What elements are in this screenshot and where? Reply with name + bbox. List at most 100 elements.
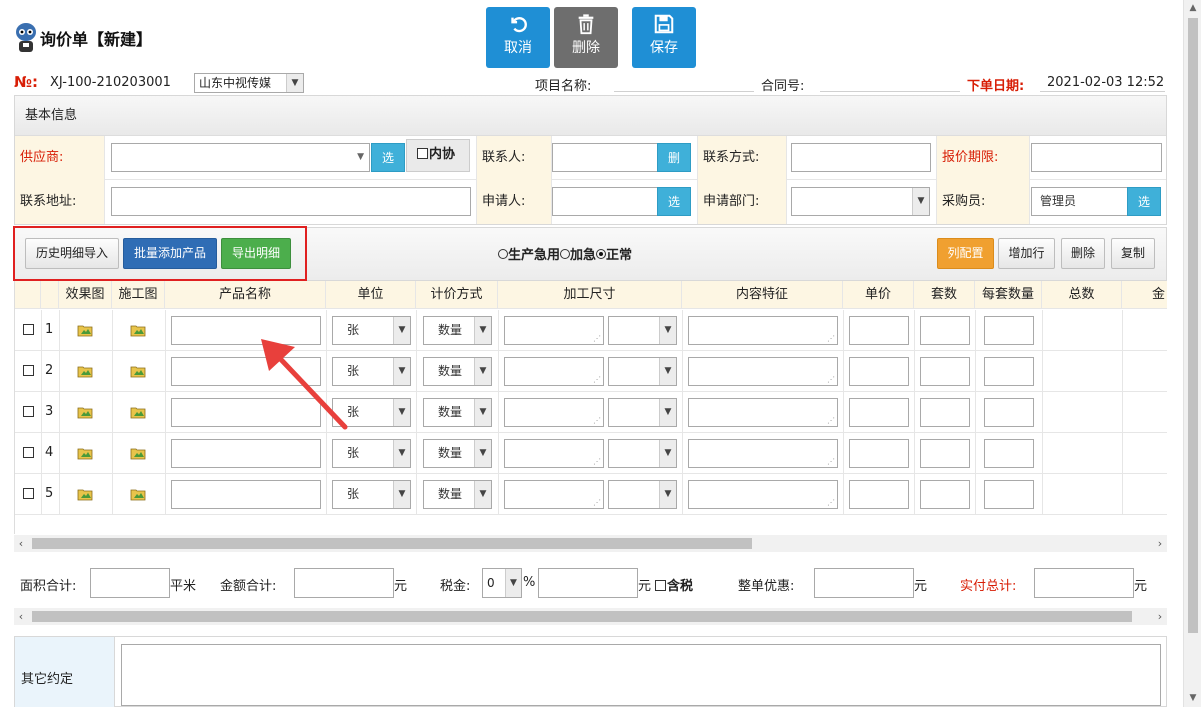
table-scroll-thumb[interactable] — [32, 538, 752, 549]
effect-image-folder-icon[interactable] — [77, 405, 93, 419]
save-button[interactable]: 保存 — [632, 7, 696, 68]
qty-per-set-input[interactable] — [984, 439, 1034, 468]
unit-select[interactable]: 张 ▼ — [332, 439, 411, 468]
pricing-select[interactable]: 数量 ▼ — [423, 316, 492, 345]
sets-input[interactable] — [920, 398, 970, 427]
contact-input[interactable] — [552, 143, 658, 172]
unit-price-input[interactable] — [849, 439, 909, 468]
row-checkbox[interactable] — [23, 447, 34, 458]
vertical-scrollbar[interactable]: ▲ ▼ — [1183, 0, 1201, 707]
copy-row-button[interactable]: 复制 — [1111, 238, 1155, 269]
scroll-right-icon[interactable]: › — [1153, 608, 1167, 625]
qty-per-set-input[interactable] — [984, 480, 1034, 509]
tax-rate-select[interactable]: 0 ▼ — [482, 568, 522, 598]
radio-urgent-prod[interactable] — [498, 249, 508, 259]
pricing-select[interactable]: 数量 ▼ — [423, 439, 492, 468]
address-input[interactable] — [111, 187, 471, 216]
effect-image-folder-icon[interactable] — [77, 323, 93, 337]
product-name-input[interactable] — [171, 439, 321, 468]
buyer-input[interactable]: 管理员 — [1031, 187, 1128, 216]
unit-price-input[interactable] — [849, 398, 909, 427]
row-checkbox[interactable] — [23, 324, 34, 335]
tax-included-box[interactable] — [655, 580, 666, 591]
size-unit-select[interactable]: ▼ — [608, 316, 677, 345]
product-name-input[interactable] — [171, 480, 321, 509]
contact-delete-button[interactable]: 删 — [657, 143, 691, 172]
sets-input[interactable] — [920, 480, 970, 509]
pricing-select[interactable]: 数量 ▼ — [423, 480, 492, 509]
size-textarea[interactable]: ⋰ — [504, 316, 604, 345]
actual-total-input[interactable] — [1034, 568, 1134, 598]
delete-row-button[interactable]: 删除 — [1061, 238, 1105, 269]
company-select[interactable]: 山东中视传媒 ▼ — [194, 73, 304, 93]
scroll-left-icon[interactable]: ‹ — [14, 535, 28, 552]
table-horizontal-scrollbar[interactable]: ‹ › — [14, 535, 1167, 552]
effect-image-folder-icon[interactable] — [77, 487, 93, 501]
discount-input[interactable] — [814, 568, 914, 598]
quote-deadline-input[interactable] — [1031, 143, 1162, 172]
size-unit-select[interactable]: ▼ — [608, 480, 677, 509]
qty-per-set-input[interactable] — [984, 316, 1034, 345]
add-row-button[interactable]: 增加行 — [998, 238, 1055, 269]
dept-select[interactable]: ▼ — [791, 187, 930, 216]
contract-no-input[interactable] — [820, 91, 960, 92]
amount-total-input[interactable] — [294, 568, 394, 598]
size-unit-select[interactable]: ▼ — [608, 357, 677, 386]
contact-way-input[interactable] — [791, 143, 931, 172]
effect-image-folder-icon[interactable] — [77, 364, 93, 378]
internal-checkbox-box[interactable] — [417, 148, 428, 159]
supplier-pick-button[interactable]: 选 — [371, 143, 405, 172]
pricing-select[interactable]: 数量 ▼ — [423, 357, 492, 386]
scroll-down-icon[interactable]: ▼ — [1184, 690, 1201, 706]
features-textarea[interactable]: ⋰ — [688, 316, 838, 345]
scroll-left-icon[interactable]: ‹ — [14, 608, 28, 625]
sets-input[interactable] — [920, 439, 970, 468]
pricing-select[interactable]: 数量 ▼ — [423, 398, 492, 427]
construction-drawing-folder-icon[interactable] — [130, 487, 146, 501]
features-textarea[interactable]: ⋰ — [688, 398, 838, 427]
construction-drawing-folder-icon[interactable] — [130, 446, 146, 460]
project-name-input[interactable] — [614, 91, 754, 92]
effect-image-folder-icon[interactable] — [77, 446, 93, 460]
unit-price-input[interactable] — [849, 480, 909, 509]
size-textarea[interactable]: ⋰ — [504, 357, 604, 386]
scroll-up-icon[interactable]: ▲ — [1184, 0, 1201, 16]
unit-price-input[interactable] — [849, 316, 909, 345]
radio-normal[interactable] — [596, 249, 607, 259]
features-textarea[interactable]: ⋰ — [688, 480, 838, 509]
scroll-right-icon[interactable]: › — [1153, 535, 1167, 552]
tax-included-checkbox[interactable]: 含税 — [655, 575, 693, 594]
internal-checkbox[interactable]: 内协 — [406, 139, 470, 172]
features-textarea[interactable]: ⋰ — [688, 439, 838, 468]
unit-select[interactable]: 张 ▼ — [332, 480, 411, 509]
size-unit-select[interactable]: ▼ — [608, 398, 677, 427]
construction-drawing-folder-icon[interactable] — [130, 323, 146, 337]
size-unit-select[interactable]: ▼ — [608, 439, 677, 468]
size-textarea[interactable]: ⋰ — [504, 439, 604, 468]
supplier-combobox[interactable]: ▼ — [111, 143, 370, 172]
construction-drawing-folder-icon[interactable] — [130, 364, 146, 378]
row-checkbox[interactable] — [23, 365, 34, 376]
size-textarea[interactable]: ⋰ — [504, 480, 604, 509]
applicant-input[interactable] — [552, 187, 658, 216]
row-checkbox[interactable] — [23, 488, 34, 499]
construction-drawing-folder-icon[interactable] — [130, 405, 146, 419]
other-agreement-textarea[interactable] — [121, 644, 1161, 706]
totals-scroll-thumb[interactable] — [32, 611, 1132, 622]
cancel-button[interactable]: 取消 — [486, 7, 550, 68]
buyer-pick-button[interactable]: 选 — [1127, 187, 1161, 216]
order-date-value[interactable]: 2021-02-03 12:52 — [1047, 75, 1164, 90]
sets-input[interactable] — [920, 316, 970, 345]
radio-rush[interactable] — [560, 249, 571, 259]
area-total-input[interactable] — [90, 568, 170, 598]
applicant-pick-button[interactable]: 选 — [657, 187, 691, 216]
tax-amount-input[interactable] — [538, 568, 638, 598]
qty-per-set-input[interactable] — [984, 398, 1034, 427]
qty-per-set-input[interactable] — [984, 357, 1034, 386]
features-textarea[interactable]: ⋰ — [688, 357, 838, 386]
delete-button[interactable]: 删除 — [554, 7, 618, 68]
column-config-button[interactable]: 列配置 — [937, 238, 994, 269]
row-checkbox[interactable] — [23, 406, 34, 417]
unit-price-input[interactable] — [849, 357, 909, 386]
totals-horizontal-scrollbar[interactable]: ‹ › — [14, 608, 1167, 625]
